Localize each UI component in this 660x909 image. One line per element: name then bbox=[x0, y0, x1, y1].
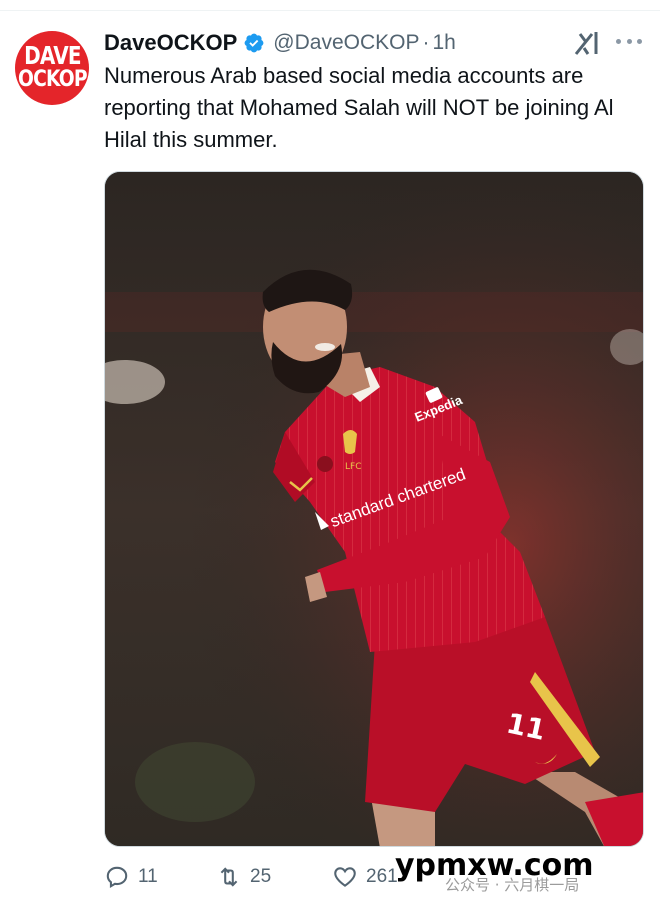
watermark-site: ypmxw.com bbox=[395, 848, 594, 883]
repost-button[interactable]: 25 bbox=[216, 860, 271, 894]
player-illustration: 11 LFC standard chartered Expedia bbox=[105, 172, 643, 846]
grok-icon[interactable] bbox=[572, 28, 602, 58]
reply-icon bbox=[106, 866, 128, 889]
timestamp[interactable]: 1h bbox=[432, 31, 455, 55]
tweet-photo[interactable]: 11 LFC standard chartered Expedia bbox=[104, 171, 644, 847]
crest-text: LFC bbox=[345, 462, 361, 472]
repost-icon bbox=[220, 867, 238, 887]
display-name[interactable]: DaveOCKOP bbox=[104, 30, 237, 56]
handle[interactable]: @DaveOCKOP bbox=[273, 31, 419, 55]
like-count: 261 bbox=[366, 866, 398, 887]
reply-count: 11 bbox=[138, 866, 158, 887]
tweet-header: DaveOCKOP @DaveOCKOP · 1h bbox=[104, 28, 456, 58]
reply-button[interactable]: 11 bbox=[104, 860, 158, 894]
separator-dot: · bbox=[422, 31, 430, 54]
more-icon[interactable] bbox=[616, 28, 642, 54]
tweet-text: Numerous Arab based social media account… bbox=[104, 63, 614, 152]
avatar-line-1: DAVE bbox=[23, 41, 81, 70]
repost-count: 25 bbox=[250, 866, 272, 887]
avatar[interactable]: DAVE OCKOP bbox=[15, 31, 89, 105]
verified-badge-icon bbox=[244, 33, 264, 53]
avatar-line-2: OCKOP bbox=[17, 67, 87, 92]
top-divider bbox=[0, 0, 660, 11]
like-icon bbox=[334, 867, 356, 887]
like-button[interactable]: 261 bbox=[332, 860, 398, 894]
